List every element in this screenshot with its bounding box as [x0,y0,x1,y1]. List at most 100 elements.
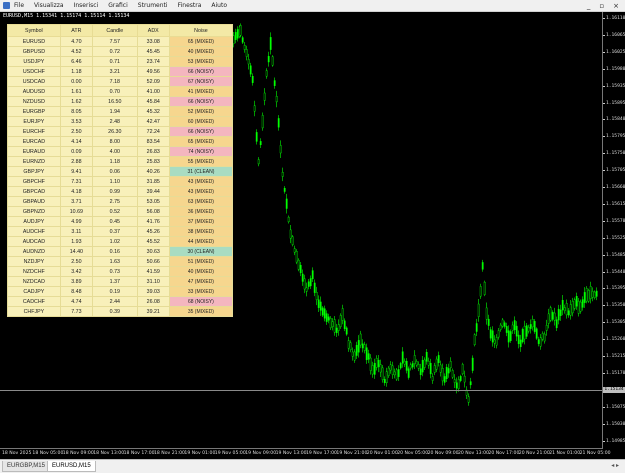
header-candle: Candle [91,24,138,37]
cell-noise: 60 (MIXED) [168,116,234,127]
candle-body [423,359,426,368]
candle-body [391,365,394,375]
time-label: 19 Nov 09:00 [245,451,277,456]
candle-body [345,327,348,335]
time-label: 19 Nov 13:00 [275,451,307,456]
cell-noise: 66 (NOISY) [168,96,234,107]
menu-view[interactable]: Visualizza [34,2,64,9]
price-label: 1.15215 [606,354,625,359]
price-tick [603,356,605,357]
cell-noise: 51 (MIXED) [168,256,234,267]
cell-symbol: AUDCAD [7,236,61,247]
cell-adx: 50.66 [136,256,170,267]
candle-body [429,362,432,375]
cell-adx: 30.63 [136,246,170,257]
cell-noise: 31 (CLEAN) [168,166,234,177]
app-icon [3,2,10,9]
cell-candle: 0.16 [91,246,138,257]
price-label: 1.16065 [606,32,625,38]
tab-eurgbp[interactable]: EURGBP,M15 [2,461,50,472]
price-label: 1.15935 [606,83,625,89]
menu-insert[interactable]: Inserisci [74,2,99,9]
candle-body [321,307,324,316]
candle-body [357,340,360,353]
candle-body [579,301,582,312]
candle-body [265,70,268,77]
candle-body [451,370,454,378]
cell-adx: 53.05 [136,196,170,207]
cell-atr: 3.53 [59,116,93,127]
scanner-row: AUDCAD 1.93 1.02 45.52 44 (MIXED) [7,236,234,247]
cell-symbol: GBPUSD [7,46,61,57]
scanner-row: EURGBP 8.05 1.94 45.32 52 (MIXED) [7,106,234,117]
cell-symbol: AUDUSD [7,86,61,97]
candle-body [329,318,332,329]
cell-adx: 41.59 [136,266,170,277]
time-axis[interactable]: 18 Nov 2025 18 Nov 05:00 18 Nov 09:00 18 No… [0,448,611,459]
price-label: 1.15305 [606,320,625,326]
candle-body [275,96,278,103]
cell-candle: 7.18 [91,76,138,87]
price-chart[interactable]: EURUSD,M15 1.15341 1.15174 1.15114 1.151… [0,12,625,459]
candle-body [241,37,244,43]
tab-scroll-arrows[interactable]: ◂ ▸ [611,462,619,469]
candle-body [479,286,482,297]
cell-adx: 45.32 [136,106,170,117]
candle-body [293,248,296,253]
restore-button[interactable]: ▫ [599,2,604,10]
candle-body [481,262,484,270]
cell-atr: 4.18 [59,186,93,197]
candle-body [505,326,508,333]
cell-candle: 1.02 [91,236,138,247]
candle-body [271,56,274,66]
candle-body [409,364,412,369]
candle-body [353,351,356,361]
menu-tools[interactable]: Strumenti [138,2,168,9]
candle-body [407,368,410,378]
menu-file[interactable]: File [14,2,24,9]
candle-body [395,369,398,380]
scanner-row: EURCHF 2.50 26.30 72.24 66 (NOISY) [7,126,234,137]
cell-candle: 0.70 [91,86,138,97]
candle-body [583,292,586,303]
menu-window[interactable]: Finestra [178,2,202,9]
candle-body [497,330,500,338]
cell-symbol: CADCHF [7,296,61,307]
price-label: 1.15615 [606,201,625,207]
scanner-row: NZDJPY 2.50 1.63 50.66 51 (MIXED) [7,256,234,267]
candle-body [447,368,450,374]
candle-body [245,49,248,57]
candle-body [587,290,590,302]
scanner-row: USDCAD 0.00 7.18 52.09 67 (NOISY) [7,76,234,87]
candle-body [431,376,434,381]
candle-body [445,366,448,380]
tab-eurusd[interactable]: EURUSD,M15 [47,461,96,472]
candle-body [281,172,284,177]
candle-body [253,105,256,112]
menu-help[interactable]: Aiuto [211,2,227,9]
price-label: 1.15750 [606,151,625,157]
cell-symbol: GBPJPY [7,166,61,177]
menu-charts[interactable]: Grafici [108,2,128,9]
scanner-row: AUDCHF 3.11 0.37 45.26 38 (MIXED) [7,226,234,237]
time-label: 20 Nov 21:00 [518,451,550,456]
price-label: 1.15705 [606,168,625,174]
candle-body [381,367,384,380]
candle-body [545,324,548,331]
price-tick [603,339,605,341]
candle-body [331,321,334,327]
candle-body [313,282,316,293]
price-tick [603,305,605,307]
cell-symbol: EURJPY [7,116,61,127]
cell-candle: 0.19 [91,286,138,297]
cell-noise: 43 (MIXED) [168,186,234,197]
candle-body [261,115,264,129]
cell-atr: 4.74 [59,296,93,307]
candle-body [541,333,544,340]
candle-body [537,339,540,344]
candle-body [361,343,364,349]
minimize-button[interactable]: _ [587,2,591,10]
close-button[interactable]: × [613,2,619,10]
candle-body [305,287,308,292]
price-tick [603,423,605,425]
